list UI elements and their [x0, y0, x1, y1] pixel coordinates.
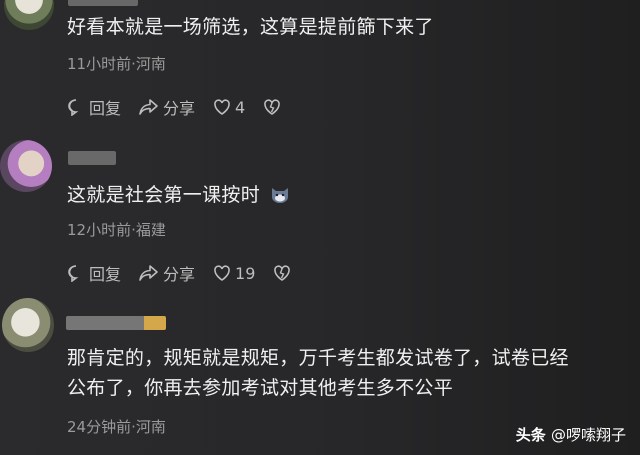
share-label: 分享 — [163, 99, 196, 118]
avatar[interactable] — [2, 298, 54, 352]
username-blurred[interactable] — [66, 316, 166, 330]
username-blurred[interactable] — [68, 0, 138, 6]
comment-text: 那肯定的，规矩就是规矩，万千考生都发试卷了，试卷已经 公布了，你再去参加考试对其… — [67, 343, 569, 403]
watermark-handle: @啰嗦翔子 — [550, 426, 626, 444]
broken-heart-icon — [264, 99, 281, 115]
comment-text: 好看本就是一场筛选，这算是提前篩下来了 — [67, 16, 434, 38]
comment-text-content: 这就是社会第一课按时 — [67, 184, 261, 206]
reply-icon — [68, 99, 79, 116]
reply-button[interactable]: 回复 — [67, 95, 121, 119]
comment-text-line: 公布了，你再去参加考试对其他考生多不公平 — [67, 377, 454, 399]
watermark: 头条 @啰嗦翔子 — [516, 424, 626, 445]
broken-heart-icon — [274, 265, 291, 281]
reply-icon — [68, 265, 79, 282]
comment-meta: 11小时前·河南 — [67, 55, 166, 73]
like-count: 4 — [235, 97, 246, 117]
share-label: 分享 — [163, 265, 196, 284]
comment-meta: 24分钟前·河南 — [67, 418, 166, 436]
watermark-brand: 头条 — [515, 426, 546, 444]
username-blurred[interactable] — [68, 151, 116, 165]
dislike-button[interactable] — [273, 264, 295, 282]
like-count: 19 — [235, 263, 256, 283]
dislike-button[interactable] — [263, 98, 285, 116]
reply-label: 回复 — [89, 265, 122, 284]
comment-meta: 12小时前·福建 — [67, 221, 166, 239]
heart-icon — [214, 99, 230, 115]
share-icon — [139, 99, 158, 115]
reply-label: 回复 — [89, 99, 122, 118]
comment-actions: 回复 分享 4 — [67, 95, 303, 119]
avatar[interactable] — [0, 140, 52, 192]
like-button[interactable]: 4 — [213, 98, 245, 117]
comment-text: 这就是社会第一课按时 — [67, 180, 290, 210]
comment-actions: 回复 分享 19 — [67, 261, 313, 285]
share-button[interactable]: 分享 — [139, 95, 195, 119]
comment-text-line: 那肯定的，规矩就是规矩，万千考生都发试卷了，试卷已经 — [67, 347, 569, 369]
avatar[interactable] — [4, 0, 54, 30]
heart-icon — [214, 265, 230, 281]
cat-emoji-icon — [272, 188, 289, 203]
like-button[interactable]: 19 — [213, 264, 255, 283]
share-icon — [139, 265, 158, 281]
share-button[interactable]: 分享 — [139, 261, 195, 285]
reply-button[interactable]: 回复 — [67, 261, 121, 285]
